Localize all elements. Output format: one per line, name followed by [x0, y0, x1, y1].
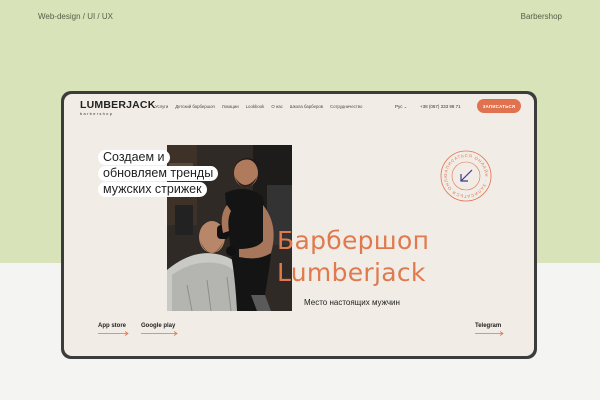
hero-title-line-2: Lumberjack	[277, 258, 426, 287]
language-selector[interactable]: Рус ⌄	[395, 104, 407, 109]
phone-number[interactable]: +38 (067) 333 98 71	[420, 104, 461, 109]
logo[interactable]: LUMBERJACK barbershop	[80, 99, 156, 117]
language-label: Рус	[395, 104, 403, 109]
tagline-line-3: мужских стрижек	[98, 182, 207, 197]
nav-item-services[interactable]: Услуги	[155, 104, 168, 109]
chevron-down-icon: ⌄	[403, 104, 408, 109]
logo-subtext: barbershop	[80, 111, 114, 116]
telegram-link[interactable]: Telegram	[475, 323, 505, 336]
logo-text: LUMBERJACK	[80, 99, 156, 111]
app-store-label: App store	[98, 323, 127, 329]
nav-item-locations[interactable]: Локации	[222, 104, 239, 109]
app-store-link[interactable]: App store	[98, 323, 130, 336]
nav-item-lookbook[interactable]: Lookbook	[246, 104, 265, 109]
nav-item-about[interactable]: О нас	[271, 104, 282, 109]
nav-item-kids-barbershop[interactable]: Детский барбершоп	[175, 104, 215, 109]
nav-item-cooperation[interactable]: Сотрудничество	[330, 104, 362, 109]
arrow-down-left-icon	[460, 169, 473, 182]
hero-title-line-1: Барбершоп	[277, 226, 430, 255]
book-online-stamp[interactable]: ЗАПИСАТЬСЯ ОНЛАЙН · ЗАПИСАТЬСЯ ОНЛАЙН ·	[438, 146, 492, 202]
hero-subtitle: Место настоящих мужчин	[304, 298, 400, 307]
main-nav: Услуги Детский барбершоп Локации Lookboo…	[155, 104, 362, 109]
website-mockup: LUMBERJACK barbershop Услуги Детский бар…	[64, 94, 534, 356]
google-play-label: Google play	[141, 323, 176, 329]
google-play-link[interactable]: Google play	[141, 323, 179, 336]
telegram-label: Telegram	[475, 323, 502, 329]
svg-text:ЗАПИСАТЬСЯ ОНЛАЙН · ЗАПИСАТЬСЯ: ЗАПИСАТЬСЯ ОНЛАЙН · ЗАПИСАТЬСЯ ОНЛАЙН ·	[440, 150, 489, 199]
book-button[interactable]: ЗАПИСАТЬСЯ	[477, 99, 521, 113]
hero-title: Барбершоп Lumberjack	[277, 225, 429, 289]
category-caption: Web-design / UI / UX	[38, 12, 113, 21]
stamp-text: ЗАПИСАТЬСЯ ОНЛАЙН · ЗАПИСАТЬСЯ ОНЛАЙН ·	[438, 146, 488, 199]
tagline-line-1: Создаем и	[98, 150, 170, 165]
arrow-right-icon	[475, 331, 504, 336]
arrow-right-icon	[98, 331, 129, 336]
tagline-line-2: обновляем тренды	[98, 166, 219, 181]
arrow-right-icon	[141, 331, 178, 336]
nav-item-barber-school[interactable]: Школа барберов	[290, 104, 323, 109]
tagline: Создаем и обновляем тренды мужских стриж…	[98, 150, 234, 198]
project-caption: Barbershop	[520, 12, 562, 21]
stamp-badge-icon: ЗАПИСАТЬСЯ ОНЛАЙН · ЗАПИСАТЬСЯ ОНЛАЙН ·	[438, 146, 492, 202]
